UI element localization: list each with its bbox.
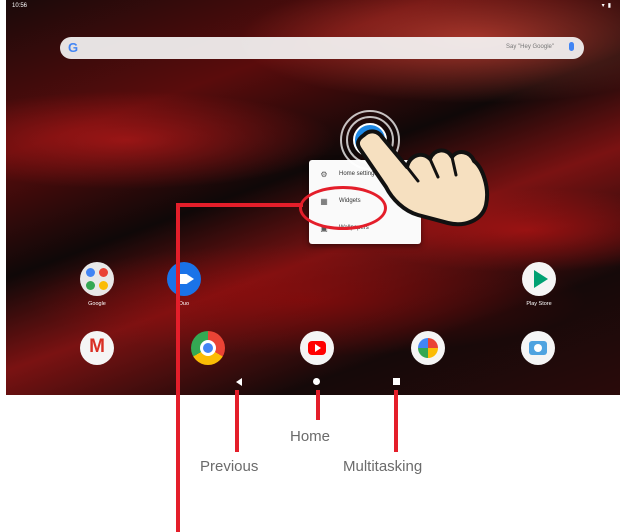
status-time: 10:56	[12, 3, 28, 9]
home-button[interactable]	[313, 378, 320, 385]
play-store-icon	[522, 262, 556, 296]
youtube-icon[interactable]	[300, 331, 334, 365]
previous-caption: Previous	[200, 458, 259, 475]
search-hint: Say "Hey Google"	[506, 44, 554, 50]
google-search-bar[interactable]: G Say "Hey Google"	[60, 37, 584, 59]
gear-icon: ⚙	[320, 170, 328, 179]
widgets-highlight-circle	[299, 186, 387, 230]
gmail-icon[interactable]: M	[80, 331, 114, 365]
app-label: Duo	[178, 301, 190, 307]
mic-icon[interactable]	[569, 42, 574, 51]
camera-icon[interactable]	[521, 331, 555, 365]
app-label: Play Store	[526, 301, 552, 307]
status-icons: ▾▮	[602, 2, 614, 9]
chrome-icon[interactable]	[191, 331, 225, 365]
app-play-store[interactable]: Play Store	[509, 262, 569, 307]
status-bar: 10:56 ▾▮	[6, 0, 620, 14]
app-google-folder[interactable]: Google	[67, 262, 127, 307]
battery-icon: ▮	[607, 3, 614, 9]
google-logo-icon: G	[68, 40, 79, 55]
recents-button[interactable]	[393, 378, 400, 385]
home-caption: Home	[290, 428, 331, 445]
google-folder-icon	[80, 262, 114, 296]
multitasking-caption: Multitasking	[343, 458, 423, 475]
photos-icon[interactable]	[411, 331, 445, 365]
home-callout-line	[316, 390, 320, 420]
multitasking-callout-line	[394, 390, 398, 452]
back-button[interactable]	[236, 378, 242, 386]
widgets-callout-line	[176, 203, 303, 207]
app-label: Google	[88, 301, 106, 307]
previous-callout-line	[235, 390, 239, 452]
app-duo[interactable]: Duo	[154, 262, 214, 307]
widgets-callout-line-vertical	[176, 203, 180, 532]
duo-icon	[167, 262, 201, 296]
